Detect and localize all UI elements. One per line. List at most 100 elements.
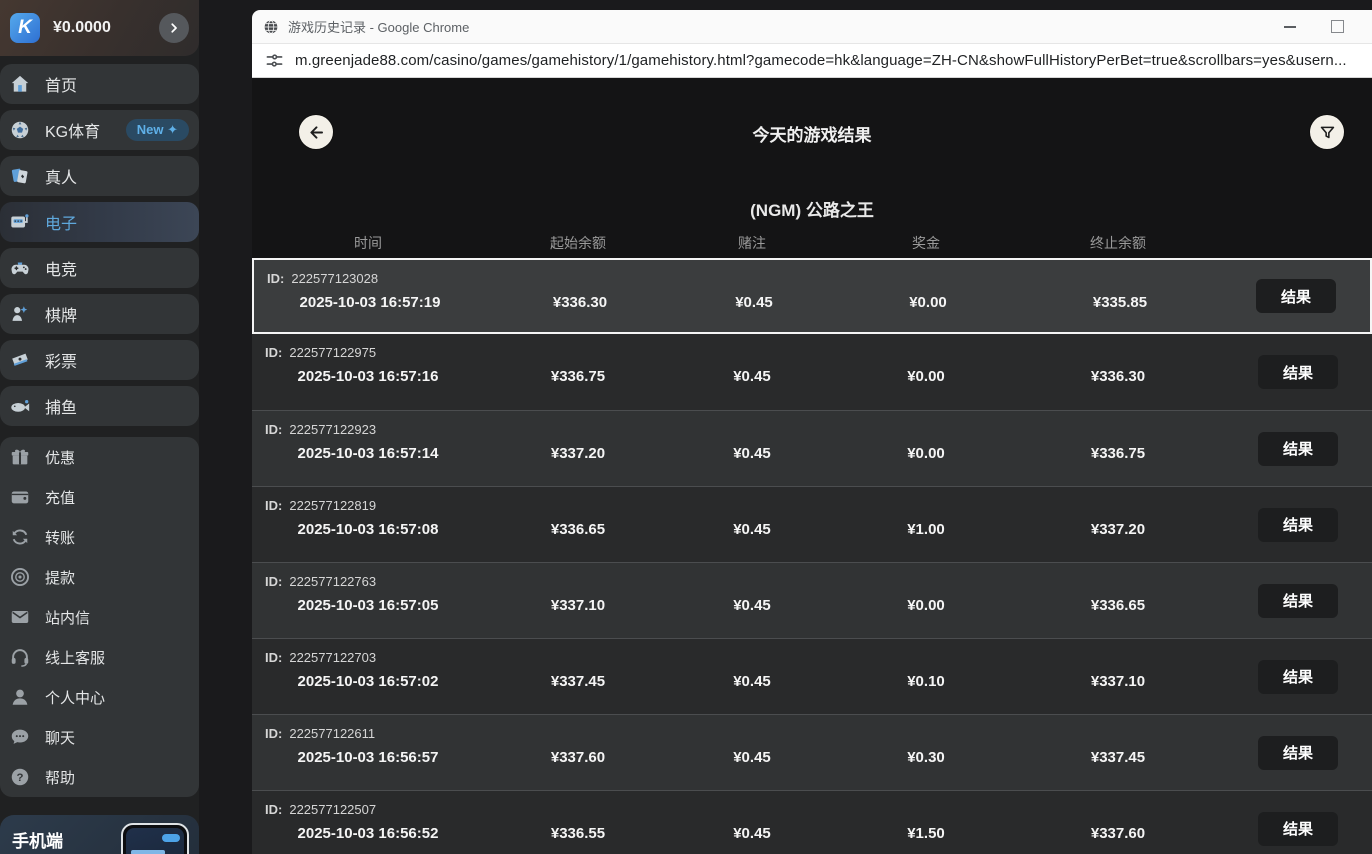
help-icon: ? [9,766,31,788]
bet-time: 2025-10-03 16:57:08 [297,521,439,538]
filter-button[interactable] [1310,115,1344,149]
result-button[interactable]: 结果 [1256,279,1336,313]
bet-amount: ¥0.45 [733,521,771,538]
table-row: ID: 222577122507 2025-10-03 16:56:52 ¥336… [252,790,1372,854]
page-title: 今天的游戏结果 [752,126,872,145]
result-button[interactable]: 结果 [1258,355,1338,389]
maximize-button[interactable] [1331,20,1344,33]
start-balance: ¥336.65 [550,521,606,538]
sidebar-item-fishing[interactable]: 捕鱼 [0,386,199,426]
prize-amount: ¥0.00 [909,294,947,311]
end-balance: ¥336.65 [1090,597,1146,614]
result-button[interactable]: 结果 [1258,583,1338,618]
bet-id: ID: 222577122819 [265,498,377,513]
bet-id: ID: 222577123028 [267,271,379,286]
end-balance: ¥337.20 [1090,521,1146,538]
fish-icon [9,395,31,417]
sidebar-item-transfer[interactable]: 转账 [0,517,199,557]
bet-amount: ¥0.45 [735,294,773,311]
prize-amount: ¥0.00 [907,368,945,385]
bet-amount: ¥0.45 [733,445,771,462]
soccer-icon [9,119,31,141]
mobile-app-promo-banner[interactable]: 手机端 海量赛事 全面覆盖! [0,815,199,854]
prize-amount: ¥0.00 [907,597,945,614]
table-row: ID: 222577122763 2025-10-03 16:57:05 ¥337… [252,562,1372,638]
bet-time: 2025-10-03 16:57:14 [297,445,439,462]
chess-icon [9,303,31,325]
tune-icon [265,51,284,70]
sidebar-item-profile[interactable]: 个人中心 [0,677,199,717]
balance-expand-button[interactable] [159,13,189,43]
result-button[interactable]: 结果 [1258,507,1338,542]
sidebar-item-home[interactable]: 首页 [0,64,199,104]
bet-id: ID: 222577122923 [265,422,377,437]
sidebar-item-chat[interactable]: 聊天 [0,717,199,757]
sidebar-item-promotions[interactable]: 优惠 [0,437,199,477]
minimize-button[interactable] [1284,26,1296,28]
home-icon [9,73,31,95]
start-balance: ¥337.45 [550,673,606,690]
sidebar-item-slots[interactable]: 电子 [0,202,199,242]
end-balance: ¥335.85 [1092,294,1148,311]
sidebar-item-board-games[interactable]: 棋牌 [0,294,199,334]
end-balance: ¥337.10 [1090,673,1146,690]
end-balance: ¥336.30 [1090,368,1146,385]
balance-card: K ¥0.0000 [0,0,199,56]
chevron-right-icon [167,21,181,35]
gamepad-icon [9,257,31,279]
sidebar-item-inbox[interactable]: 站内信 [0,597,199,637]
wallet-icon [9,486,31,508]
address-bar[interactable]: m.greenjade88.com/casino/games/gamehisto… [252,44,1372,78]
bet-id: ID: 222577122611 [265,726,376,741]
bet-time: 2025-10-03 16:57:02 [297,673,439,690]
bet-time: 2025-10-03 16:56:57 [297,749,439,766]
slot-icon [9,211,31,233]
sidebar-item-live[interactable]: 真人 [0,156,199,196]
sidebar-item-deposit[interactable]: 充值 [0,477,199,517]
mail-icon [9,606,31,628]
sidebar-item-online-support[interactable]: 线上客服 [0,637,199,677]
bet-id: ID: 222577122763 [265,574,377,589]
prize-amount: ¥1.00 [907,521,945,538]
start-balance: ¥337.10 [550,597,606,614]
game-history-page: 今天的游戏结果 (NGM) 公路之王 时间 起始余额 赌注 奖金 终止余额 ID… [252,78,1372,854]
sidebar-item-lottery[interactable]: 彩票 [0,340,199,380]
end-balance: ¥336.75 [1090,445,1146,462]
table-row: ID: 222577122611 2025-10-03 16:56:57 ¥337… [252,714,1372,790]
bet-amount: ¥0.45 [733,673,771,690]
result-button[interactable]: 结果 [1258,431,1338,466]
start-balance: ¥337.20 [550,445,606,462]
result-button[interactable]: 结果 [1258,659,1338,694]
table-row: ID: 222577122703 2025-10-03 16:57:02 ¥337… [252,638,1372,714]
col-time: 时间 [354,235,382,251]
svg-text:?: ? [17,772,24,784]
funnel-icon [1318,123,1337,142]
sidebar-item-help[interactable]: ? 帮助 [0,757,199,797]
wallet-balance: ¥0.0000 [53,19,111,36]
col-prize: 奖金 [912,235,940,251]
cards-icon [9,165,31,187]
transfer-icon [9,526,31,548]
chrome-popup-window: 游戏历史记录 - Google Chrome m.greenjade88.com… [252,10,1372,854]
end-balance: ¥337.60 [1090,825,1146,842]
col-bet: 赌注 [738,235,766,251]
sidebar: K ¥0.0000 首页 KG体育 New ✦ 真人 电子 电竞 棋牌 彩票 捕… [0,0,199,854]
sidebar-item-esports[interactable]: 电竞 [0,248,199,288]
sidebar-item-withdraw[interactable]: 提款 [0,557,199,597]
result-button[interactable]: 结果 [1258,811,1338,846]
start-balance: ¥337.60 [550,749,606,766]
headset-icon [9,646,31,668]
start-balance: ¥336.55 [550,825,606,842]
withdraw-icon [9,566,31,588]
new-badge: New ✦ [125,119,189,141]
sidebar-nav-primary: 首页 KG体育 New ✦ 真人 电子 电竞 棋牌 彩票 捕鱼 [0,64,199,426]
chat-icon [9,726,31,748]
sidebar-item-sports[interactable]: KG体育 New ✦ [0,110,199,150]
result-button[interactable]: 结果 [1258,735,1338,770]
prize-amount: ¥0.30 [907,749,945,766]
col-start-balance: 起始余额 [550,235,606,251]
col-end-balance: 终止余额 [1090,235,1146,251]
bet-time: 2025-10-03 16:56:52 [297,825,439,842]
brand-logo: K [10,13,40,43]
table-header-row: 时间 起始余额 赌注 奖金 终止余额 [252,233,1372,253]
